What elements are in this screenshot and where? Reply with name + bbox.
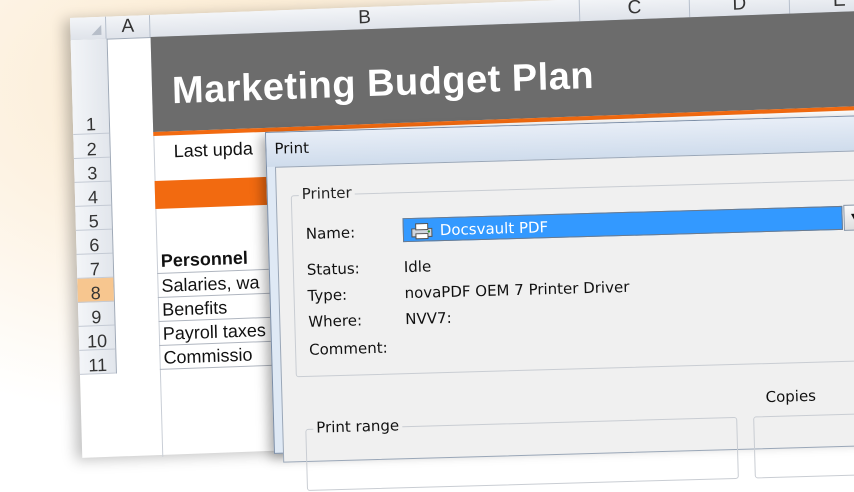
where-label: Where: (308, 311, 363, 331)
sheet-title: Marketing Budget Plan (171, 54, 595, 113)
name-label: Name: (305, 223, 356, 243)
status-label: Status: (306, 259, 360, 279)
row-header-bar: 1 2 3 4 5 6 7 8 9 10 11 (70, 38, 117, 376)
row-header-6[interactable]: 6 (75, 229, 113, 255)
row-header-9[interactable]: 9 (77, 301, 115, 327)
where-value: NVV7: (405, 308, 452, 329)
printer-group-label: Printer (298, 183, 355, 204)
printer-icon (411, 222, 433, 240)
column-header-a[interactable]: A (105, 15, 151, 39)
print-dialog: Print Printer Name: Docsvault PDF ▼ Stat… (265, 114, 854, 491)
dialog-body: Printer Name: Docsvault PDF ▼ Status: Id… (274, 149, 854, 491)
row-header-11[interactable]: 11 (79, 349, 116, 376)
row-header-10[interactable]: 10 (78, 325, 116, 352)
row-header-1[interactable]: 1 (70, 38, 110, 135)
row-header-4[interactable]: 4 (74, 181, 112, 207)
row-header-3[interactable]: 3 (73, 157, 111, 183)
print-range-label: Print range (313, 416, 403, 437)
printer-name-value: Docsvault PDF (439, 218, 549, 240)
chevron-down-icon[interactable]: ▼ (843, 204, 854, 231)
copies-group (753, 412, 854, 479)
row-header-8[interactable]: 8 (77, 277, 114, 303)
status-value: Idle (403, 257, 432, 277)
screenshot-stage: A B C D E 1 2 3 4 5 6 7 8 9 10 11 Market… (0, 0, 854, 491)
comment-label: Comment: (308, 338, 388, 359)
row-header-2[interactable]: 2 (73, 133, 110, 159)
cell-benefits[interactable]: Benefits (162, 297, 228, 320)
cell-personnel[interactable]: Personnel (161, 248, 249, 272)
copies-label: Copies (762, 386, 820, 407)
type-label: Type: (307, 285, 348, 305)
select-all-corner[interactable] (70, 16, 107, 40)
row-header-5[interactable]: 5 (75, 205, 112, 231)
row-header-7[interactable]: 7 (76, 253, 114, 279)
